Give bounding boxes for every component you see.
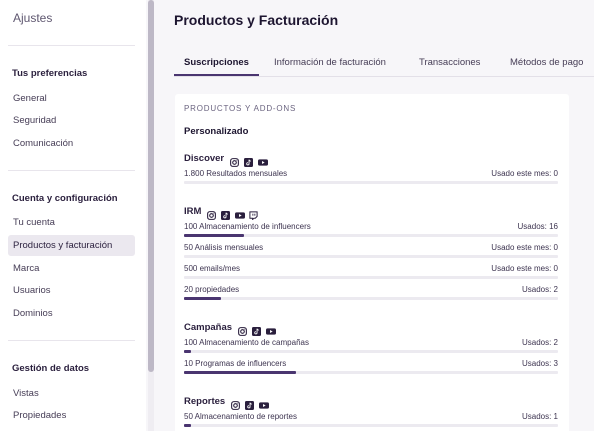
tiktok-icon — [244, 154, 254, 167]
usage-progress-bar — [184, 181, 558, 184]
usage-row: 1.800 Resultados mensuales Usado este mes… — [184, 169, 558, 185]
tiktok-icon — [252, 323, 262, 336]
usage-label: 500 emails/mes — [184, 264, 241, 273]
instagram-icon — [230, 154, 240, 167]
sidebar-item-general[interactable]: General — [8, 88, 135, 109]
sidebar-scrollbar[interactable] — [148, 0, 154, 431]
instagram-icon — [238, 323, 247, 336]
sidebar: Ajustes Tus preferencias General Segurid… — [0, 0, 146, 431]
usage-progress-bar — [184, 234, 558, 237]
usage-label: 1.800 Resultados mensuales — [184, 169, 288, 178]
sidebar-item-users[interactable]: Usuarios — [8, 280, 135, 301]
sidebar-item-domains[interactable]: Dominios — [8, 303, 135, 324]
tab-transactions[interactable]: Transacciones — [419, 52, 480, 76]
usage-count: Usado este mes: 0 — [491, 169, 558, 178]
product-name: IRM — [184, 205, 202, 217]
usage-progress-bar — [184, 276, 558, 279]
scrollbar-thumb[interactable] — [148, 0, 154, 372]
section-label: PRODUCTOS Y ADD-ONS — [184, 104, 297, 113]
tiktok-icon — [245, 397, 255, 410]
sidebar-item-products-billing[interactable]: Productos y facturación — [8, 235, 135, 256]
usage-count: Usados: 3 — [521, 359, 558, 368]
section-heading-preferences: Tus preferencias — [12, 68, 88, 79]
usage-label: 50 Análisis mensuales — [184, 243, 264, 252]
usage-row: 20 propiedades Usados: 2 — [184, 285, 558, 301]
youtube-icon — [266, 323, 277, 335]
usage-row: 100 Almacenamiento de influencers Usados:… — [184, 222, 558, 238]
product-header: Discover — [184, 152, 272, 167]
product-header: IRM — [184, 205, 263, 221]
subscriptions-card: PRODUCTOS Y ADD-ONS Personalizado Discov… — [175, 94, 569, 431]
product-header: Reportes — [184, 395, 273, 410]
twitch-icon — [249, 207, 259, 221]
usage-row: 500 emails/mes Usado este mes: 0 — [184, 264, 558, 280]
sidebar-item-views[interactable]: Vistas — [8, 383, 135, 404]
usage-count: Usados: 1 — [521, 412, 558, 421]
usage-label: 50 Almacenamiento de reportes — [184, 412, 297, 421]
usage-count: Usado este mes: 0 — [491, 264, 558, 273]
usage-count: Usados: 2 — [521, 338, 558, 347]
usage-label: 20 propiedades — [184, 285, 240, 294]
usage-progress-bar — [184, 350, 558, 353]
usage-count: Usados: 2 — [521, 285, 558, 294]
divider — [8, 45, 135, 46]
usage-progress-bar — [184, 371, 558, 374]
usage-progress-fill — [184, 350, 192, 353]
youtube-icon — [235, 207, 246, 219]
divider — [8, 340, 135, 341]
usage-row: 100 Almacenamiento de campañas Usados: 2 — [184, 338, 558, 354]
product-name: Campañas — [184, 321, 233, 333]
usage-progress-bar — [184, 297, 558, 300]
sidebar-item-communication[interactable]: Comunicación — [8, 133, 135, 154]
tabs-divider — [174, 76, 594, 77]
usage-count: Usados: 16 — [517, 222, 558, 231]
plan-name: Personalizado — [184, 126, 249, 137]
usage-progress-bar — [184, 424, 558, 427]
tab-subscriptions[interactable]: Suscripciones — [174, 52, 259, 76]
tab-payment-methods[interactable]: Métodos de pago — [510, 52, 583, 76]
usage-progress-fill — [184, 234, 244, 237]
youtube-icon — [258, 154, 269, 166]
sidebar-item-brand[interactable]: Marca — [8, 258, 135, 279]
usage-row: 50 Almacenamiento de reportes Usados: 1 — [184, 412, 558, 428]
sidebar-item-your-account[interactable]: Tu cuenta — [8, 212, 135, 233]
sidebar-item-security[interactable]: Seguridad — [8, 110, 135, 131]
section-heading-account: Cuenta y configuración — [12, 193, 118, 204]
sidebar-item-properties[interactable]: Propiedades — [8, 405, 135, 426]
usage-progress-fill — [184, 371, 297, 374]
page-title: Productos y Facturación — [174, 12, 339, 28]
usage-label: 10 Programas de influencers — [184, 359, 287, 368]
youtube-icon — [259, 397, 270, 409]
product-name: Discover — [184, 152, 225, 164]
product-header: Campañas — [184, 321, 280, 336]
instagram-icon — [207, 207, 217, 220]
usage-count: Usado este mes: 0 — [491, 243, 558, 252]
usage-progress-fill — [184, 297, 222, 300]
usage-progress-fill — [184, 424, 192, 427]
usage-row: 50 Análisis mensuales Usado este mes: 0 — [184, 243, 558, 259]
tiktok-icon — [221, 207, 231, 220]
usage-progress-bar — [184, 255, 558, 258]
sidebar-title: Ajustes — [13, 11, 53, 25]
section-heading-data-management: Gestión de datos — [12, 363, 90, 374]
tab-billing-info[interactable]: Información de facturación — [274, 52, 386, 76]
usage-label: 100 Almacenamiento de influencers — [184, 222, 311, 231]
usage-label: 100 Almacenamiento de campañas — [184, 338, 309, 347]
usage-row: 10 Programas de influencers Usados: 3 — [184, 359, 558, 375]
instagram-icon — [231, 397, 241, 410]
divider — [8, 170, 135, 171]
product-name: Reportes — [184, 395, 226, 407]
